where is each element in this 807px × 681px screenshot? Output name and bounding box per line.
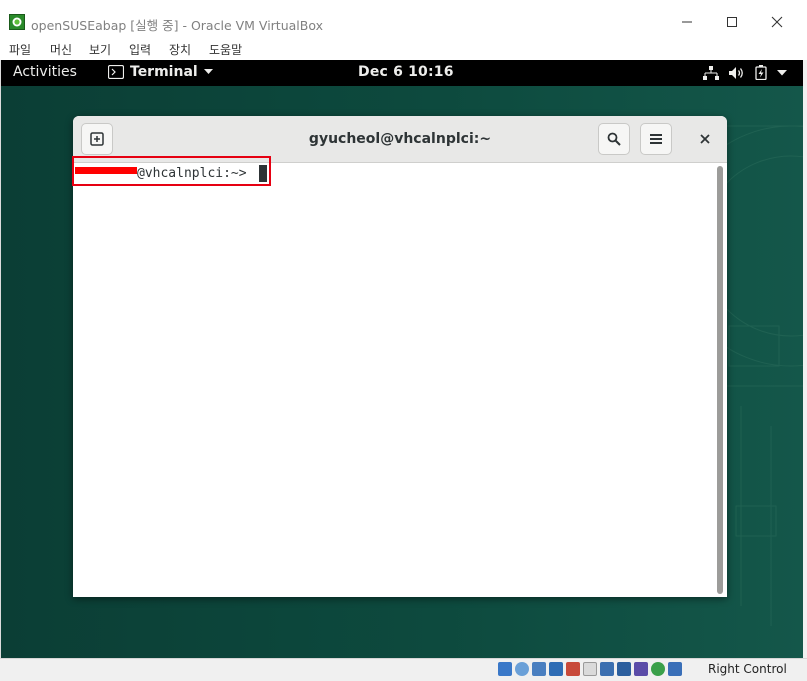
virtualbox-statusbar: Right Control bbox=[0, 658, 807, 681]
cpu-vt-icon[interactable] bbox=[634, 662, 648, 676]
terminal-window[interactable]: gyucheol@vhcalnplci:~ @vhcalnplci:~> bbox=[73, 116, 727, 597]
minimize-button[interactable] bbox=[664, 8, 710, 36]
audio-icon[interactable] bbox=[532, 662, 546, 676]
usb-icon[interactable] bbox=[566, 662, 580, 676]
activities-button[interactable]: Activities bbox=[13, 64, 77, 80]
clock[interactable]: Dec 6 10:16 bbox=[358, 64, 454, 80]
menu-input[interactable]: 입력 bbox=[129, 41, 151, 58]
menu-view[interactable]: 보기 bbox=[89, 41, 111, 58]
chevron-down-icon bbox=[203, 69, 213, 74]
maximize-icon bbox=[727, 17, 737, 27]
system-menu-chevron-down-icon bbox=[777, 69, 787, 75]
display-icon[interactable] bbox=[600, 662, 614, 676]
close-icon bbox=[771, 16, 783, 28]
mouse-integration-icon[interactable] bbox=[651, 662, 665, 676]
hdd-icon[interactable] bbox=[498, 662, 512, 676]
keyboard-capture-icon[interactable] bbox=[668, 662, 682, 676]
terminal-scrollbar[interactable] bbox=[717, 166, 723, 594]
highlight-box bbox=[72, 156, 271, 186]
battery-icon bbox=[755, 65, 767, 80]
recording-icon[interactable] bbox=[617, 662, 631, 676]
cd-icon[interactable] bbox=[515, 662, 529, 676]
menu-file[interactable]: 파일 bbox=[9, 41, 31, 58]
virtualbox-app-icon bbox=[9, 14, 25, 30]
close-window-button[interactable] bbox=[754, 8, 800, 36]
search-icon bbox=[607, 132, 621, 146]
terminal-content[interactable]: @vhcalnplci:~> bbox=[73, 163, 727, 597]
hamburger-icon bbox=[650, 134, 662, 144]
network-icon bbox=[703, 65, 719, 80]
maximize-button[interactable] bbox=[709, 8, 755, 36]
search-button[interactable] bbox=[598, 123, 630, 155]
menu-machine[interactable]: 머신 bbox=[50, 41, 72, 58]
minimize-icon bbox=[682, 21, 692, 23]
statusbar-icons bbox=[498, 662, 682, 676]
gnome-top-bar: Activities Terminal Dec 6 10:16 bbox=[1, 60, 803, 86]
menu-help[interactable]: 도움말 bbox=[209, 41, 242, 58]
menu-devices[interactable]: 장치 bbox=[169, 41, 191, 58]
app-menu-label: Terminal bbox=[130, 64, 198, 80]
system-tray[interactable] bbox=[703, 65, 787, 80]
volume-icon bbox=[729, 66, 743, 79]
terminal-close-button[interactable] bbox=[694, 128, 716, 150]
app-menu-terminal[interactable]: Terminal bbox=[108, 64, 213, 80]
window-title: openSUSEabap [실행 중] - Oracle VM VirtualB… bbox=[31, 18, 323, 33]
close-icon bbox=[700, 134, 710, 144]
shared-folder-icon[interactable] bbox=[583, 662, 597, 676]
terminal-app-icon bbox=[108, 65, 124, 79]
guest-screen[interactable]: Activities Terminal Dec 6 10:16 gyucheol… bbox=[1, 60, 803, 658]
network-icon[interactable] bbox=[549, 662, 563, 676]
virtualbox-titlebar: openSUSEabap [실행 중] - Oracle VM VirtualB… bbox=[0, 0, 807, 38]
host-key-label: Right Control bbox=[708, 662, 787, 676]
hamburger-menu-button[interactable] bbox=[640, 123, 672, 155]
virtualbox-menubar: 파일 머신 보기 입력 장치 도움말 bbox=[0, 38, 807, 60]
